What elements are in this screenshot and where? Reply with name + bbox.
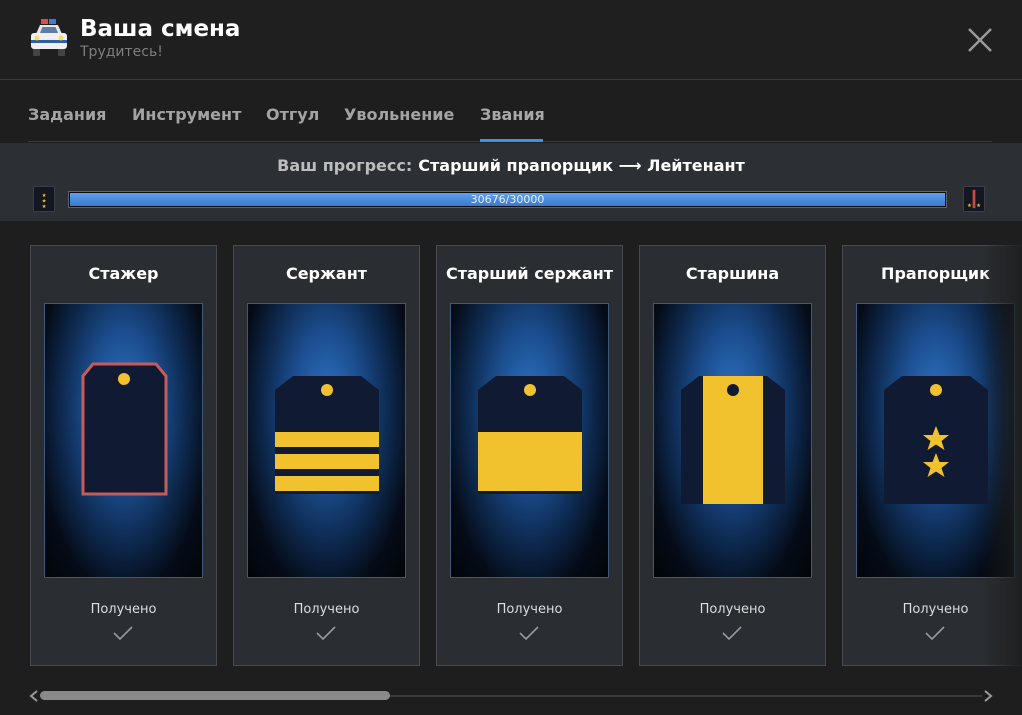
progress-ranks: Старший прапорщик ⟶ Лейтенант <box>418 156 745 175</box>
rank-status: Получено <box>293 602 360 617</box>
next-rank-icon: ★ ★ <box>963 186 985 212</box>
rank-art <box>450 303 609 578</box>
police-car-icon <box>31 19 67 56</box>
progress-bar: 30676/30000 <box>68 191 947 208</box>
horizontal-scrollbar[interactable] <box>28 688 994 704</box>
checkmark-icon <box>316 626 336 640</box>
progress-heading: Ваш прогресс: Старший прапорщик ⟶ Лейтена… <box>0 156 1022 175</box>
rank-card-sergeant-major[interactable]: Старшина Получено <box>639 245 826 666</box>
rank-card-sergeant[interactable]: Сержант Получено <box>233 245 420 666</box>
window-header: Ваша смена Трудитесь! <box>0 0 1022 80</box>
rank-status: Получено <box>699 602 766 617</box>
rank-status: Получено <box>90 602 157 617</box>
carousel-fade <box>982 245 1022 667</box>
rank-art <box>653 303 812 578</box>
rank-status: Получено <box>496 602 563 617</box>
rank-title: Сержант <box>285 264 368 283</box>
shift-window: Ваша смена Трудитесь! Задания Инструмент… <box>0 0 1022 715</box>
rank-art <box>44 303 203 578</box>
tab-tools[interactable]: Инструмент <box>132 105 241 142</box>
ranks-carousel: Стажер Получено Сержант Получено Старший… <box>0 245 1022 667</box>
tab-tasks[interactable]: Задания <box>28 105 106 142</box>
window-subtitle: Трудитесь! <box>80 44 163 60</box>
shoulder-strap-empty-icon <box>81 362 168 496</box>
rank-card-trainee[interactable]: Стажер Получено <box>30 245 217 666</box>
tab-dismissal[interactable]: Увольнение <box>344 105 454 142</box>
close-icon[interactable] <box>966 26 994 54</box>
progress-panel: Ваш прогресс: Старший прапорщик ⟶ Лейтена… <box>0 143 1022 221</box>
rank-title: Старшина <box>685 264 780 283</box>
svg-text:★: ★ <box>42 204 47 210</box>
current-rank-icon: ★ ★ ★ <box>33 186 55 212</box>
checkmark-icon <box>113 626 133 640</box>
window-title: Ваша смена <box>80 16 241 42</box>
shoulder-strap-wide-stripe-icon <box>478 376 582 494</box>
svg-text:★: ★ <box>976 203 981 209</box>
scroll-left-icon[interactable] <box>28 689 40 703</box>
rank-card-senior-sergeant[interactable]: Старший сержант Получено <box>436 245 623 666</box>
checkmark-icon <box>519 626 539 640</box>
tab-day-off[interactable]: Отгул <box>266 105 319 142</box>
tab-bar: Задания Инструмент Отгул Увольнение Зван… <box>28 100 992 142</box>
checkmark-icon <box>925 626 945 640</box>
checkmark-icon <box>722 626 742 640</box>
progress-value: 30676/30000 <box>470 193 545 206</box>
rank-art <box>247 303 406 578</box>
progress-label: Ваш прогресс: <box>277 156 413 175</box>
shoulder-strap-vertical-stripe-icon <box>681 376 785 504</box>
shoulder-strap-three-stripes-icon <box>275 376 379 494</box>
rank-title: Старший сержант <box>445 264 614 283</box>
scroll-thumb[interactable] <box>40 691 390 700</box>
tab-ranks[interactable]: Звания <box>480 105 545 142</box>
svg-text:★: ★ <box>967 203 972 209</box>
rank-title: Стажер <box>88 264 159 283</box>
scroll-right-icon[interactable] <box>982 689 994 703</box>
